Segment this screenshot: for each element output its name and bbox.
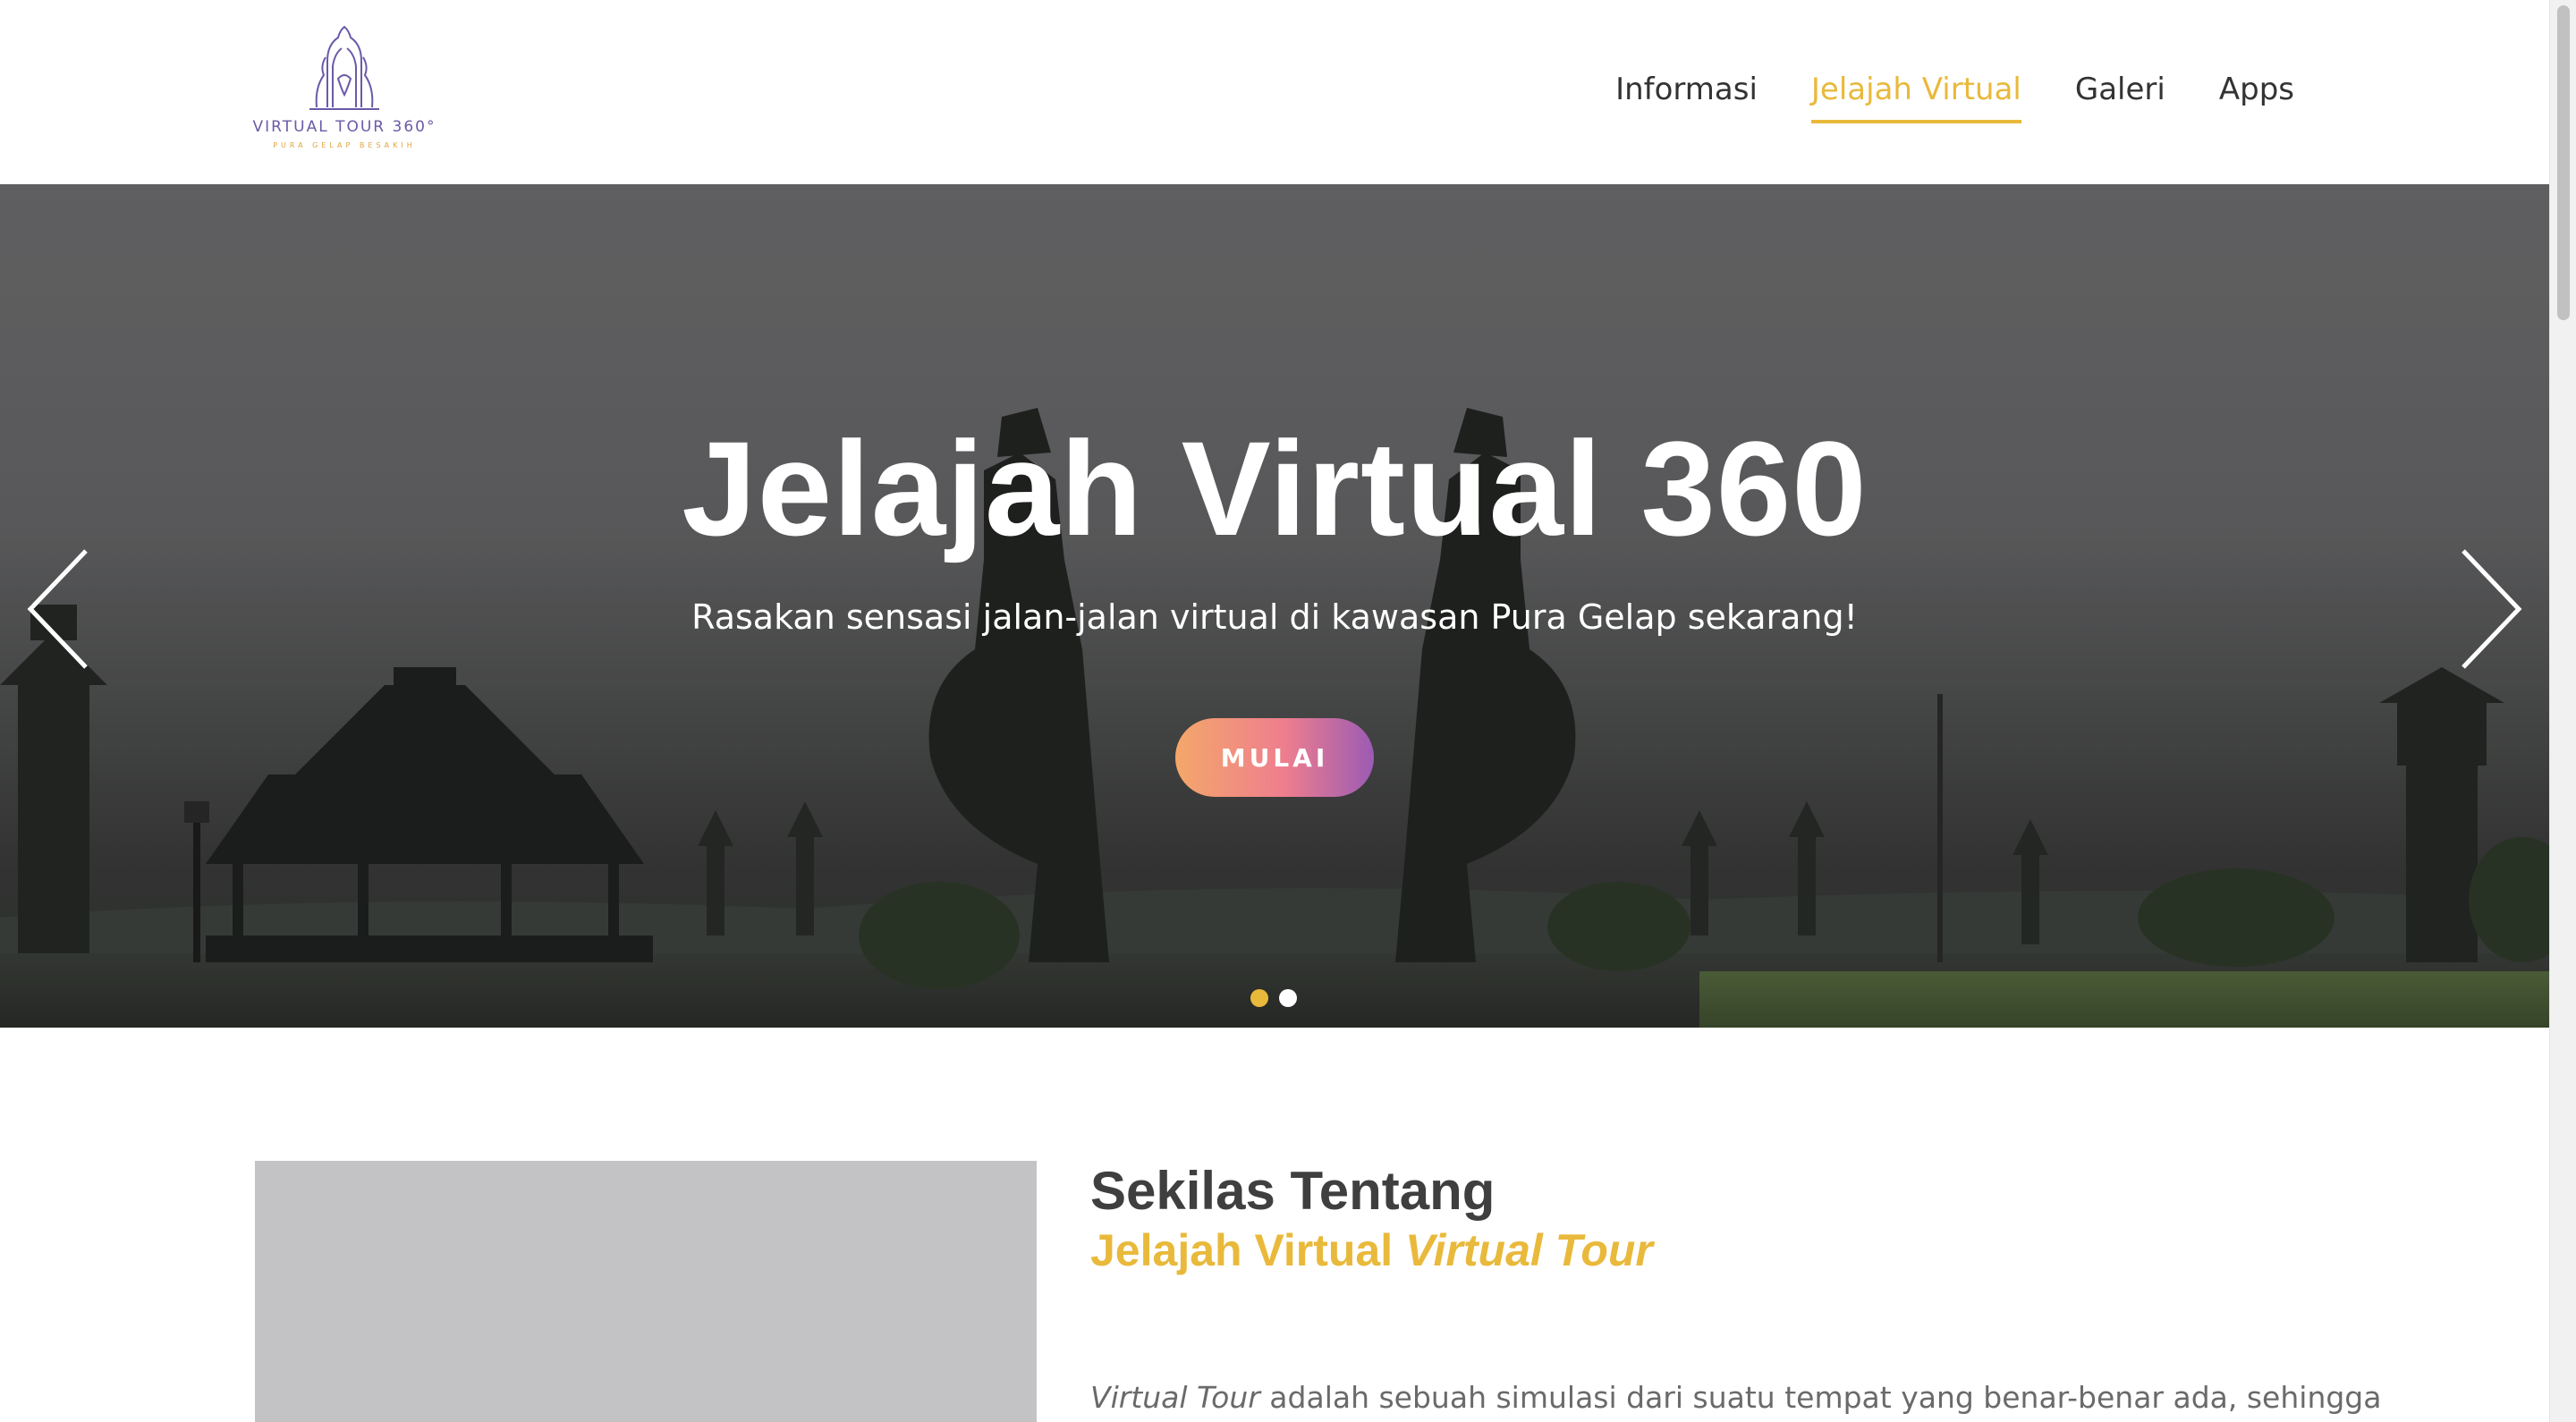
mulai-button[interactable]: MULAI [1175,718,1374,797]
chevron-right-icon [2462,549,2522,669]
nav-item-jelajah-virtual[interactable]: Jelajah Virtual [1810,68,2021,123]
main-nav: Informasi Jelajah Virtual Galeri Apps [1615,68,2294,123]
about-image-placeholder [255,1161,1037,1422]
logo-title: VIRTUAL TOUR 360° [252,118,436,136]
page-scrollbar[interactable] [2549,0,2576,1422]
carousel-prev-button[interactable] [23,546,95,672]
chevron-left-icon [27,549,88,669]
nav-item-apps[interactable]: Apps [2219,68,2294,123]
logo-subtitle: PURA GELAP BESAKIH [273,141,416,149]
about-text-italic: Virtual Tour [1090,1380,1260,1415]
hero-title: Jelajah Virtual 360 [682,413,1868,563]
about-subtitle-italic: Virtual Tour [1405,1225,1653,1275]
temple-gate-logo-icon [309,25,379,110]
nav-item-informasi[interactable]: Informasi [1615,68,1758,123]
nav-item-galeri[interactable]: Galeri [2075,68,2165,123]
about-description: Virtual Tour adalah sebuah simulasi dari… [1090,1375,2381,1420]
about-title: Sekilas Tentang [1090,1161,1496,1221]
carousel-next-button[interactable] [2454,546,2526,672]
about-subtitle: Jelajah Virtual Virtual Tour [1090,1222,1653,1279]
carousel-dot-1[interactable] [1250,989,1268,1007]
site-logo[interactable]: VIRTUAL TOUR 360° PURA GELAP BESAKIH [252,25,436,157]
carousel-dot-2[interactable] [1279,989,1297,1007]
hero-subtitle: Rasakan sensasi jalan-jalan virtual di k… [691,597,1858,637]
site-header: VIRTUAL TOUR 360° PURA GELAP BESAKIH Inf… [0,0,2549,184]
carousel-indicators [1250,989,1297,1007]
about-subtitle-plain: Jelajah Virtual [1090,1225,1406,1275]
hero-carousel: Jelajah Virtual 360 Rasakan sensasi jala… [0,184,2549,1028]
scrollbar-thumb[interactable] [2557,5,2570,320]
about-text-rest: adalah sebuah simulasi dari suatu tempat… [1259,1380,2382,1415]
